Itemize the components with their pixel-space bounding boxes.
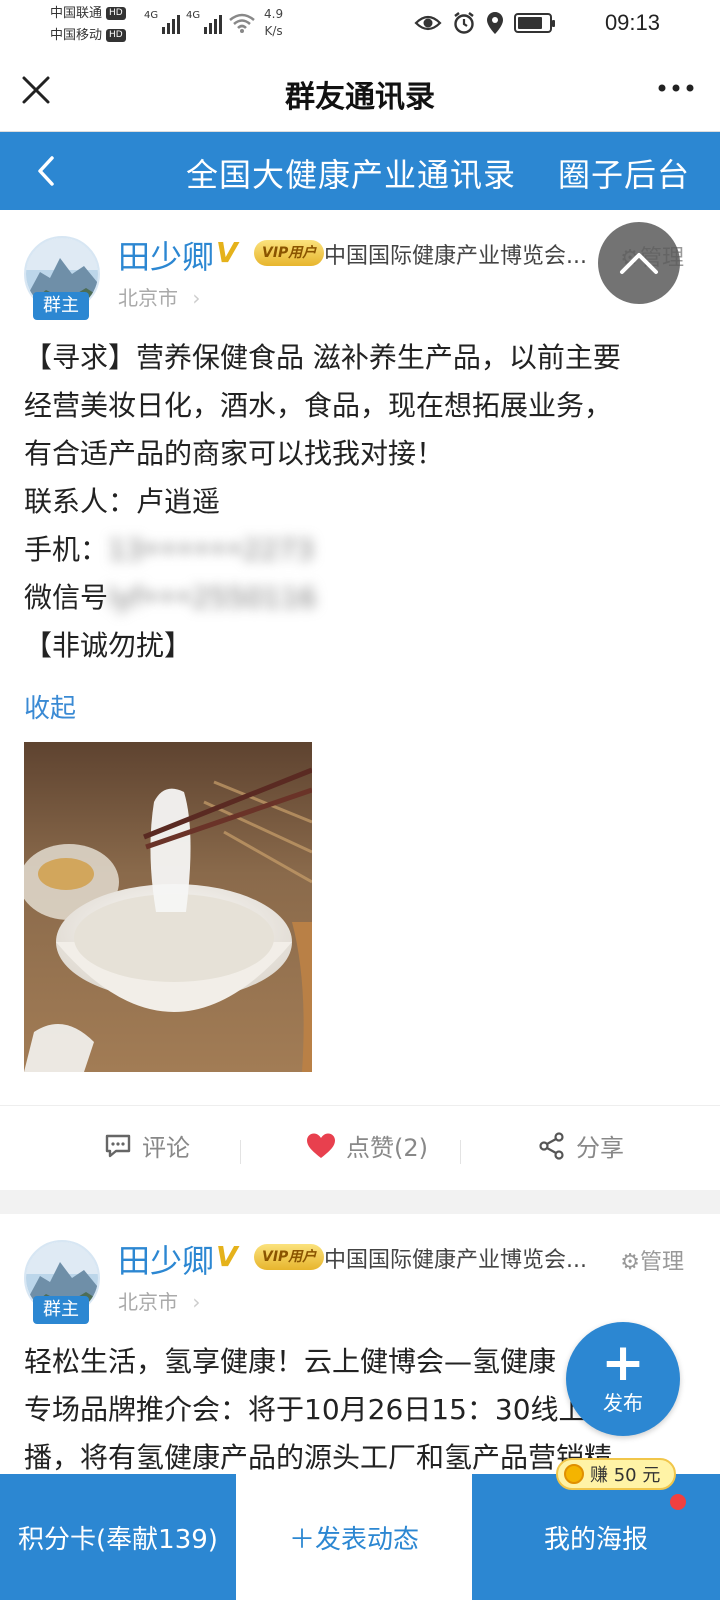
chevron-up-icon	[620, 253, 658, 274]
status-bar: 中国联通 HD 中国移动 HD 4G 4G 4.9 K/s 09:13	[0, 0, 720, 50]
clock: 09:13	[604, 10, 660, 35]
bird-nest-soup-image	[24, 742, 312, 1072]
post-line: 【寻求】营养保健食品 滋补养生产品，以前主要	[24, 341, 621, 374]
points-card-button[interactable]: 积分卡(奉献139)	[0, 1474, 236, 1600]
app-titlebar: 群友通讯录	[0, 50, 720, 132]
gear-icon: ⚙	[620, 1250, 640, 1275]
hd-badge-1: HD	[106, 7, 126, 20]
scroll-to-top-button[interactable]	[598, 222, 680, 304]
share-label: 分享	[576, 1134, 624, 1162]
location-label: 北京市	[118, 1290, 178, 1314]
signal-icon-2: 4G	[186, 10, 223, 34]
publish-fab[interactable]: + 发布	[566, 1322, 680, 1436]
verified-v-icon: V	[216, 1240, 238, 1273]
like-label: 点赞(2)	[346, 1134, 428, 1162]
heart-icon	[307, 1133, 335, 1158]
alarm-icon	[454, 12, 474, 34]
author-organization: 中国国际健康产业博览会...	[324, 244, 587, 269]
wechat-value-blurred: lyf•••2550116	[108, 581, 317, 614]
manage-button[interactable]: ⚙管理	[620, 1244, 684, 1276]
notification-dot	[670, 1494, 686, 1510]
my-poster-button[interactable]: 我的海报	[472, 1474, 720, 1600]
net-type-1: 4G	[144, 10, 159, 21]
carrier-1: 中国联通 HD	[50, 5, 126, 23]
post-separator	[0, 1190, 720, 1214]
action-divider	[460, 1140, 461, 1164]
share-button[interactable]: 分享	[538, 1128, 624, 1163]
share-icon	[539, 1131, 564, 1160]
battery-icon	[514, 13, 555, 33]
net-speed-unit: K/s	[264, 24, 283, 38]
phone-value-blurred: 13••••••2273	[108, 533, 314, 566]
vip-badge: VIP用户	[254, 1244, 325, 1270]
earn-label: 赚 50 元	[590, 1465, 661, 1486]
hd-badge-2: HD	[106, 29, 126, 42]
comment-icon	[105, 1134, 131, 1157]
post-text: 【寻求】营养保健食品 滋补养生产品，以前主要 经营美妆日化，酒水，食品，现在想拓…	[24, 334, 702, 670]
more-icon[interactable]	[656, 82, 696, 94]
wechat-line: 微信号lyf•••2550116	[24, 574, 702, 622]
author-organization: 中国国际健康产业博览会...	[324, 1248, 587, 1273]
circle-nav-bar: 全国大健康产业通讯录 圈子后台	[0, 132, 720, 210]
post-line: 经营美妆日化，酒水，食品，现在想拓展业务，	[24, 389, 613, 422]
coin-icon	[564, 1464, 584, 1484]
phone-line: 手机：13••••••2273	[24, 526, 702, 574]
status-icons	[414, 8, 555, 38]
contact-line: 联系人：卢逍遥	[24, 485, 221, 518]
role-badge: 群主	[33, 292, 89, 320]
carrier-2: 中国移动 HD	[50, 27, 126, 45]
role-badge: 群主	[33, 1296, 89, 1324]
post-line: 【非诚勿扰】	[24, 629, 193, 662]
page: 中国联通 HD 中国移动 HD 4G 4G 4.9 K/s 09:13 群友通讯…	[0, 0, 720, 1600]
action-divider	[240, 1140, 241, 1164]
carrier-2-name: 中国移动	[50, 28, 103, 43]
chevron-right-icon: ›	[192, 286, 201, 310]
net-speed-value: 4.9	[264, 7, 284, 21]
page-title: 群友通讯录	[285, 80, 435, 115]
location-label: 北京市	[118, 286, 178, 310]
post-actions-bar: 评论 点赞(2) 分享	[0, 1105, 720, 1185]
comment-button[interactable]: 评论	[104, 1128, 190, 1163]
chevron-right-icon: ›	[192, 1290, 201, 1314]
vip-badge: VIP用户	[254, 240, 325, 266]
wechat-label: 微信号	[24, 581, 109, 614]
like-button[interactable]: 点赞(2)	[306, 1128, 428, 1163]
post-image[interactable]	[24, 742, 312, 1072]
phone-label: 手机：	[24, 533, 109, 566]
location[interactable]: 北京市 ›	[118, 282, 200, 311]
signal-icon-1: 4G	[144, 10, 181, 34]
plus-icon: +	[601, 1333, 645, 1393]
battery-fill	[518, 17, 542, 29]
author-name[interactable]: 田少卿	[118, 232, 214, 278]
back-arrow-icon[interactable]	[32, 152, 62, 190]
circle-title: 全国大健康产业通讯录	[186, 156, 517, 194]
manage-label: 管理	[639, 1250, 684, 1275]
post-dynamic-button[interactable]: ＋发表动态	[236, 1474, 472, 1600]
wifi-icon	[229, 13, 255, 33]
publish-label: 发布	[603, 1391, 643, 1415]
author-name[interactable]: 田少卿	[118, 1236, 214, 1282]
verified-v-icon: V	[216, 236, 238, 269]
earn-badge[interactable]: 赚 50 元	[556, 1458, 677, 1490]
post-card: 群主 田少卿 V VIP用户 中国国际健康产业博览会... ⚙管理 北京市 › …	[0, 210, 720, 1190]
circle-admin-link[interactable]: 圈子后台	[558, 150, 690, 196]
bottom-bar: 积分卡(奉献139) ＋发表动态 我的海报	[0, 1474, 720, 1600]
comment-label: 评论	[142, 1134, 190, 1162]
location[interactable]: 北京市 ›	[118, 1286, 200, 1315]
location-icon	[487, 12, 503, 34]
post-line: 有合适产品的商家可以找我对接！	[24, 437, 445, 470]
net-speed: 4.9 K/s	[264, 6, 283, 40]
eye-icon	[414, 15, 442, 31]
net-type-2: 4G	[186, 10, 201, 21]
carrier-1-name: 中国联通	[50, 6, 103, 21]
collapse-link[interactable]: 收起	[24, 688, 76, 725]
